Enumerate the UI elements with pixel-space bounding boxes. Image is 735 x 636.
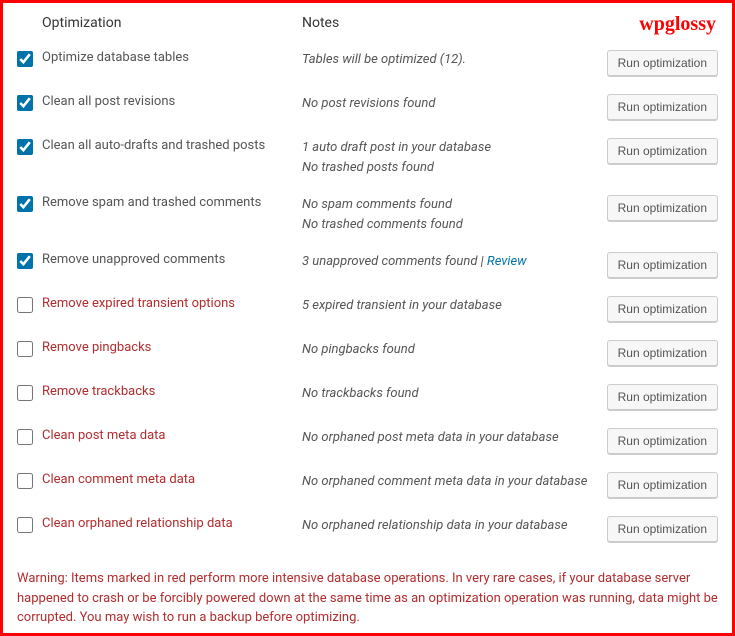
optimization-checkbox[interactable] (17, 385, 33, 401)
optimization-notes: 5 expired transient in your database (302, 296, 602, 316)
optimization-row: Optimize database tablesTables will be o… (17, 41, 718, 85)
optimization-notes: No pingbacks found (302, 340, 602, 360)
optimization-label: Remove pingbacks (42, 340, 302, 355)
optimization-label: Clean orphaned relationship data (42, 516, 302, 531)
optimization-label: Clean comment meta data (42, 472, 302, 487)
column-header-notes: Notes (302, 15, 592, 31)
optimization-notes: No post revisions found (302, 94, 602, 114)
optimization-label: Clean all auto-drafts and trashed posts (42, 138, 302, 153)
optimization-notes: 3 unapproved comments found | Review (302, 252, 602, 272)
optimization-label: Clean post meta data (42, 428, 302, 443)
note-line-1: No pingbacks found (302, 342, 415, 357)
note-line-1: No post revisions found (302, 96, 435, 111)
optimization-checkbox[interactable] (17, 139, 33, 155)
brand-logo: wpglossy (639, 13, 716, 36)
run-optimization-button[interactable]: Run optimization (607, 516, 718, 542)
run-optimization-button[interactable]: Run optimization (607, 252, 718, 278)
note-line-1: 1 auto draft post in your database (302, 140, 491, 155)
run-optimization-button[interactable]: Run optimization (607, 50, 718, 76)
optimization-checkbox[interactable] (17, 95, 33, 111)
run-optimization-button[interactable]: Run optimization (607, 472, 718, 498)
note-line-1: 3 unapproved comments found | (302, 254, 487, 269)
optimization-label: Optimize database tables (42, 50, 302, 65)
optimization-row: Remove unapproved comments3 unapproved c… (17, 243, 718, 287)
optimization-row: Remove pingbacksNo pingbacks found Run op… (17, 331, 718, 375)
note-line-1: Tables will be optimized (12). (302, 52, 466, 67)
optimization-row: Remove trackbacksNo trackbacks found Run … (17, 375, 718, 419)
optimization-label: Remove expired transient options (42, 296, 302, 311)
note-line-2: No trashed posts found (302, 160, 434, 175)
run-optimization-button[interactable]: Run optimization (607, 340, 718, 366)
optimization-row: Clean all post revisionsNo post revision… (17, 85, 718, 129)
optimization-notes: Tables will be optimized (12). (302, 50, 602, 70)
optimization-panel: wpglossy Optimization Notes Optimize dat… (0, 0, 735, 636)
run-optimization-button[interactable]: Run optimization (607, 195, 718, 221)
optimization-notes: No orphaned post meta data in your datab… (302, 428, 602, 448)
optimization-notes: No orphaned comment meta data in your da… (302, 472, 602, 492)
run-optimization-button[interactable]: Run optimization (607, 94, 718, 120)
optimization-label: Remove spam and trashed comments (42, 195, 302, 210)
optimization-checkbox[interactable] (17, 196, 33, 212)
optimization-row: Clean orphaned relationship dataNo orpha… (17, 507, 718, 551)
optimization-notes: No spam comments found No trashed comment… (302, 195, 602, 234)
optimization-row: Clean all auto-drafts and trashed posts1… (17, 129, 718, 186)
warning-label: Warning: (17, 571, 68, 586)
run-optimization-button[interactable]: Run optimization (607, 384, 718, 410)
optimization-row: Remove spam and trashed commentsNo spam … (17, 186, 718, 243)
optimization-row: Remove expired transient options5 expire… (17, 287, 718, 331)
column-header-optimization: Optimization (42, 15, 302, 31)
optimization-checkbox[interactable] (17, 341, 33, 357)
note-line-1: No orphaned relationship data in your da… (302, 518, 568, 533)
optimization-notes: No orphaned relationship data in your da… (302, 516, 602, 536)
note-line-1: No orphaned comment meta data in your da… (302, 474, 587, 489)
run-optimization-button[interactable]: Run optimization (607, 428, 718, 454)
optimization-checkbox[interactable] (17, 517, 33, 533)
warning-text: Items marked in red perform more intensi… (17, 571, 718, 625)
table-header: Optimization Notes (17, 15, 718, 31)
note-line-1: No spam comments found (302, 197, 452, 212)
note-line-1: 5 expired transient in your database (302, 298, 502, 313)
run-optimization-button[interactable]: Run optimization (607, 296, 718, 322)
note-line-1: No trackbacks found (302, 386, 419, 401)
optimization-label: Clean all post revisions (42, 94, 302, 109)
optimization-checkbox[interactable] (17, 297, 33, 313)
optimization-row: Clean comment meta dataNo orphaned comme… (17, 463, 718, 507)
optimization-row: Clean post meta dataNo orphaned post met… (17, 419, 718, 463)
optimization-checkbox[interactable] (17, 253, 33, 269)
optimization-notes: No trackbacks found (302, 384, 602, 404)
optimization-label: Remove unapproved comments (42, 252, 302, 267)
optimization-checkbox[interactable] (17, 429, 33, 445)
warning-message: Warning: Items marked in red perform mor… (17, 563, 718, 628)
optimization-checkbox[interactable] (17, 473, 33, 489)
note-line-2: No trashed comments found (302, 217, 463, 232)
review-link[interactable]: Review (487, 254, 527, 269)
note-line-1: No orphaned post meta data in your datab… (302, 430, 559, 445)
optimization-checkbox[interactable] (17, 51, 33, 67)
optimization-notes: 1 auto draft post in your database No tra… (302, 138, 602, 177)
run-optimization-button[interactable]: Run optimization (607, 138, 718, 164)
optimization-label: Remove trackbacks (42, 384, 302, 399)
